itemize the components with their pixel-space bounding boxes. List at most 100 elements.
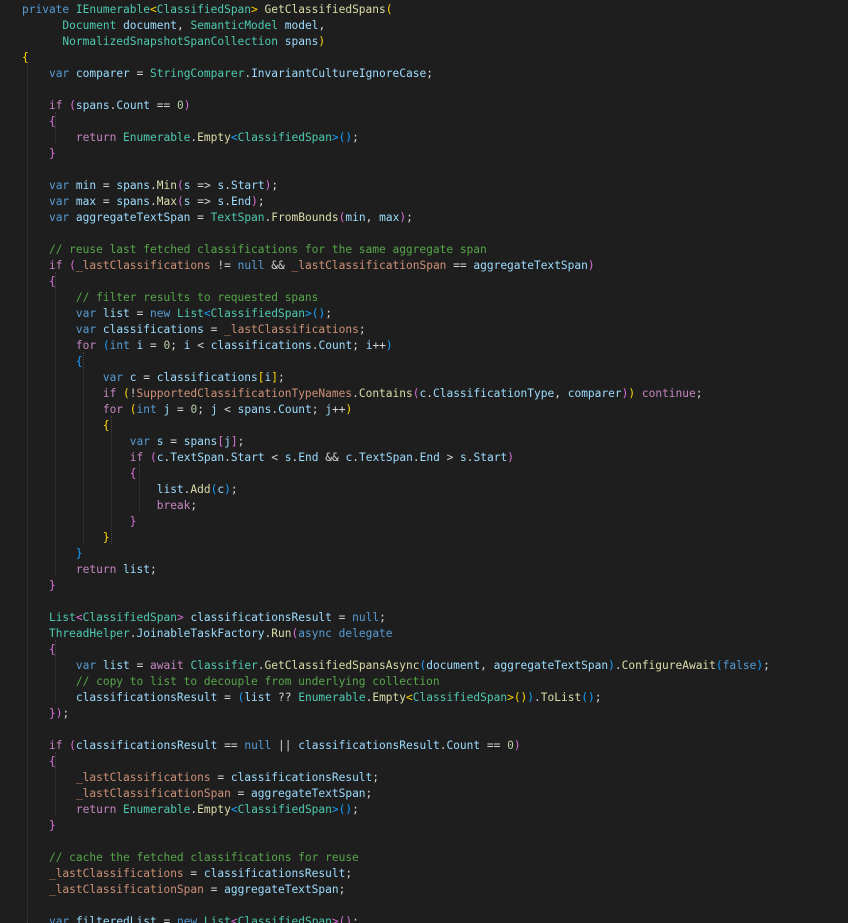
code-token: , <box>480 659 494 672</box>
code-token: ; <box>352 339 366 352</box>
code-token: . <box>426 387 433 400</box>
code-line[interactable]: if (spans.Count == 0) <box>22 98 191 114</box>
code-token: spans <box>284 35 319 48</box>
code-token: int <box>109 339 137 352</box>
code-line[interactable]: { <box>22 466 137 482</box>
code-line[interactable]: { <box>22 50 29 66</box>
code-token: ; <box>237 435 245 448</box>
code-line[interactable]: classificationsResult = (list ?? Enumera… <box>22 690 602 706</box>
code-line[interactable]: break; <box>22 498 197 514</box>
code-token: Empty <box>197 803 231 816</box>
code-line[interactable]: { <box>22 418 110 434</box>
code-line[interactable]: if (c.TextSpan.Start < s.End && c.TextSp… <box>22 450 514 466</box>
code-token: . <box>150 179 157 192</box>
code-line[interactable]: var comparer = StringComparer.InvariantC… <box>22 66 433 82</box>
code-line[interactable]: return Enumerable.Empty<ClassifiedSpan>(… <box>22 130 359 146</box>
code-line[interactable]: var max = spans.Max(s => s.End); <box>22 194 265 210</box>
code-line[interactable]: list.Add(c); <box>22 482 238 498</box>
code-line[interactable]: _lastClassifications = classificationsRe… <box>22 866 352 882</box>
code-token: . <box>352 451 359 464</box>
code-line[interactable]: // reuse last fetched classifications fo… <box>22 242 487 258</box>
code-line[interactable]: } <box>22 530 110 546</box>
code-token: ; <box>372 771 380 784</box>
code-line[interactable]: return list; <box>22 562 157 578</box>
code-line[interactable]: { <box>22 354 83 370</box>
code-line[interactable]: _lastClassificationSpan = aggregateTextS… <box>22 786 372 802</box>
code-token: list <box>123 563 150 576</box>
code-token: _lastClassifications <box>224 323 359 336</box>
code-token: classificationsResult <box>190 611 332 624</box>
code-token: continue <box>641 387 696 400</box>
code-line[interactable]: var min = spans.Min(s => s.Start); <box>22 178 278 194</box>
code-line[interactable]: { <box>22 642 56 658</box>
code-token: { <box>102 419 110 432</box>
code-line[interactable]: private IEnumerable<ClassifiedSpan> GetC… <box>22 2 393 18</box>
code-line[interactable]: if (_lastClassifications != null && _las… <box>22 258 595 274</box>
code-token: < <box>149 3 157 16</box>
code-token: _lastClassificationSpan <box>48 883 204 896</box>
code-token: ( <box>150 451 157 464</box>
code-token: ; <box>150 563 157 576</box>
code-line[interactable]: Document document, SemanticModel model, <box>22 18 325 34</box>
code-token: NormalizedSnapshotSpanCollection <box>62 35 278 48</box>
code-line[interactable]: _lastClassifications = classificationsRe… <box>22 770 379 786</box>
code-line[interactable]: var s = spans[j]; <box>22 434 245 450</box>
code-token: SemanticModel <box>190 19 278 32</box>
code-token: // reuse last fetched classifications fo… <box>48 243 487 256</box>
code-line[interactable]: { <box>22 754 56 770</box>
code-line[interactable]: } <box>22 514 137 530</box>
code-token: ; <box>365 787 373 800</box>
code-token: < <box>406 691 413 704</box>
code-token: && <box>318 451 346 464</box>
code-editor[interactable]: private IEnumerable<ClassifiedSpan> GetC… <box>0 0 848 923</box>
code-line[interactable]: for (int j = 0; j < spans.Count; j++) <box>22 402 352 418</box>
code-line[interactable]: var list = await Classifier.GetClassifie… <box>22 658 770 674</box>
code-line[interactable]: // copy to list to decouple from underly… <box>22 674 440 690</box>
code-token: _lastClassifications <box>48 867 184 880</box>
code-token: _lastClassifications <box>75 259 211 272</box>
code-line[interactable]: List<ClassifiedSpan> classificationsResu… <box>22 610 386 626</box>
code-line[interactable]: var list = new List<ClassifiedSpan>(); <box>22 306 332 322</box>
code-line[interactable]: // filter results to requested spans <box>22 290 318 306</box>
code-token: = <box>203 883 225 896</box>
code-token: list <box>102 659 130 672</box>
code-line[interactable]: var c = classifications[i]; <box>22 370 285 386</box>
code-line[interactable]: // cache the fetched classifications for… <box>22 850 359 866</box>
code-token: ClassifiedSpan <box>237 131 332 144</box>
code-line[interactable]: var classifications = _lastClassificatio… <box>22 322 366 338</box>
code-token: spans <box>237 403 272 416</box>
code-token: Min <box>156 179 177 192</box>
code-token: TextSpan <box>358 451 413 464</box>
code-token: GetClassifiedSpansAsync <box>264 659 420 672</box>
code-token: if <box>48 739 70 752</box>
code-line[interactable]: var filteredList = new List<ClassifiedSp… <box>22 914 359 923</box>
code-token: if <box>129 451 150 464</box>
code-token: ConfigureAwait <box>621 659 716 672</box>
code-line[interactable]: }); <box>22 706 69 722</box>
code-line[interactable]: { <box>22 274 56 290</box>
code-line[interactable]: } <box>22 146 56 162</box>
code-line[interactable]: } <box>22 818 56 834</box>
code-line[interactable]: _lastClassificationSpan = aggregateTextS… <box>22 882 345 898</box>
code-line[interactable]: } <box>22 578 56 594</box>
code-line[interactable]: if (classificationsResult == null || cla… <box>22 738 521 754</box>
code-token: , <box>365 211 380 224</box>
code-line[interactable]: NormalizedSnapshotSpanCollection spans) <box>22 34 325 50</box>
code-token: > <box>176 611 184 624</box>
code-line[interactable]: ThreadHelper.JoinableTaskFactory.Run(asy… <box>22 626 393 642</box>
code-line[interactable]: { <box>22 114 56 130</box>
code-token: . <box>614 659 622 672</box>
code-line[interactable]: } <box>22 546 83 562</box>
code-token: var <box>102 371 130 384</box>
code-token: TextSpan <box>170 451 225 464</box>
code-line[interactable]: for (int i = 0; i < classifications.Coun… <box>22 338 393 354</box>
code-token: _lastClassificationSpan <box>291 259 447 272</box>
code-line[interactable]: return Enumerable.Empty<ClassifiedSpan>(… <box>22 802 359 818</box>
code-line[interactable]: var aggregateTextSpan = TextSpan.FromBou… <box>22 210 413 226</box>
code-line[interactable]: if (!SupportedClassificationTypeNames.Co… <box>22 386 703 402</box>
